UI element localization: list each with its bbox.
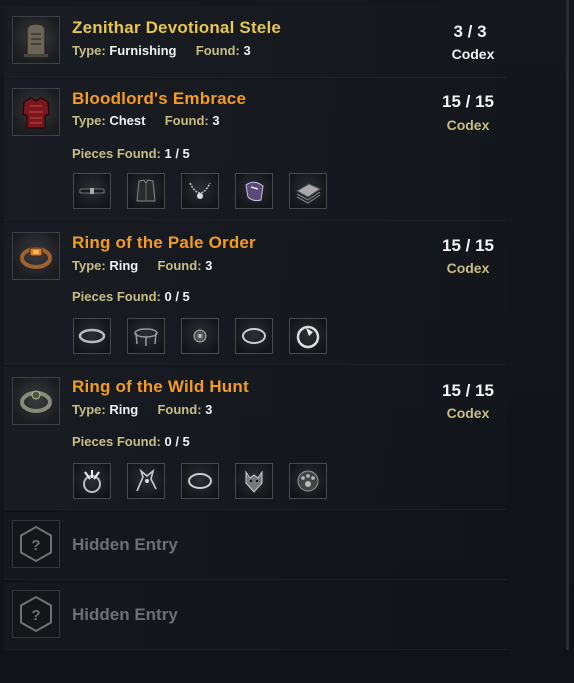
entry-title: Ring of the Wild Hunt xyxy=(72,377,249,396)
hidden-entry-title: Hidden Entry xyxy=(72,605,178,624)
type-value: Chest xyxy=(109,113,146,128)
type-label: Type: xyxy=(72,258,106,273)
armor-chest-icon xyxy=(12,88,60,136)
pieces-found: Pieces Found: 0 / 5 xyxy=(72,289,190,304)
collection-entry[interactable]: Ring of the Wild Hunt Type: Ring Found: … xyxy=(4,367,507,510)
crown-frame-icon[interactable] xyxy=(127,318,165,354)
hidden-entry[interactable]: ? Hidden Entry xyxy=(4,582,507,650)
found-value: 3 xyxy=(212,113,220,128)
codex-label[interactable]: Codex xyxy=(408,260,528,276)
pieces-found-value: 1 / 5 xyxy=(164,146,190,161)
found-label: Found: xyxy=(157,258,202,273)
found-label: Found: xyxy=(157,402,202,417)
pieces-found-label: Pieces Found: xyxy=(72,289,161,304)
ring-icon[interactable] xyxy=(181,463,219,499)
wolf-head-icon[interactable] xyxy=(235,463,273,499)
belt-icon[interactable] xyxy=(73,173,111,209)
type-label: Type: xyxy=(72,113,106,128)
entry-count: 3 / 3 xyxy=(453,22,487,41)
pieces-found-value: 0 / 5 xyxy=(164,289,190,304)
type-value: Furnishing xyxy=(109,43,177,58)
entry-count: 15 / 15 xyxy=(442,92,494,111)
paw-disc-icon[interactable] xyxy=(289,463,327,499)
found-value: 3 xyxy=(205,402,213,417)
entry-meta: Type: Ring Found: 3 xyxy=(72,258,212,273)
collection-entry[interactable]: Ring of the Pale Order Type: Ring Found:… xyxy=(4,222,507,365)
entry-meta: Type: Ring Found: 3 xyxy=(72,402,212,417)
found-value: 3 xyxy=(243,43,251,58)
pauldron-icon[interactable] xyxy=(235,173,273,209)
entry-count: 15 / 15 xyxy=(442,236,494,255)
entry-title: Zenithar Devotional Stele xyxy=(72,18,282,37)
question-hex-icon: ? xyxy=(12,520,60,568)
entry-meta: Type: Furnishing Found: 3 xyxy=(72,43,251,58)
entry-title: Bloodlord's Embrace xyxy=(72,89,247,108)
found-label: Found: xyxy=(164,113,209,128)
type-label: Type: xyxy=(72,402,106,417)
pieces-found: Pieces Found: 1 / 5 xyxy=(72,146,190,161)
stele-icon xyxy=(12,16,60,64)
found-value: 3 xyxy=(205,258,213,273)
type-label: Type: xyxy=(72,43,106,58)
type-value: Ring xyxy=(109,402,139,417)
scrollbar[interactable] xyxy=(566,0,569,650)
ring-icon[interactable] xyxy=(235,318,273,354)
collection-entry[interactable]: Zenithar Devotional Stele Type: Furnishi… xyxy=(4,6,507,78)
collection-entry[interactable]: Bloodlord's Embrace Type: Chest Found: 3… xyxy=(4,79,507,221)
ring-dark-icon xyxy=(12,377,60,425)
pieces-found-label: Pieces Found: xyxy=(72,146,161,161)
codex-label[interactable]: Codex xyxy=(408,405,528,421)
signet-ring-icon[interactable] xyxy=(289,318,327,354)
pieces-found: Pieces Found: 0 / 5 xyxy=(72,434,190,449)
disc-icon[interactable] xyxy=(181,318,219,354)
hidden-entry[interactable]: ? Hidden Entry xyxy=(4,512,507,580)
pieces-found-label: Pieces Found: xyxy=(72,434,161,449)
codex-label[interactable]: Codex xyxy=(413,46,533,62)
type-value: Ring xyxy=(109,258,139,273)
svg-text:?: ? xyxy=(31,607,40,624)
necklace-icon[interactable] xyxy=(181,173,219,209)
question-hex-icon: ? xyxy=(12,590,60,638)
entry-count: 15 / 15 xyxy=(442,381,494,400)
folded-cloth-icon[interactable] xyxy=(289,173,327,209)
hidden-entry-title: Hidden Entry xyxy=(72,535,178,554)
codex-label[interactable]: Codex xyxy=(408,117,528,133)
vest-icon[interactable] xyxy=(127,173,165,209)
svg-text:?: ? xyxy=(31,537,40,554)
pieces-found-value: 0 / 5 xyxy=(164,434,190,449)
found-label: Found: xyxy=(195,43,240,58)
entry-title: Ring of the Pale Order xyxy=(72,233,256,252)
band-icon[interactable] xyxy=(73,318,111,354)
claw-ring-icon[interactable] xyxy=(73,463,111,499)
ring-gem-icon xyxy=(12,232,60,280)
entry-meta: Type: Chest Found: 3 xyxy=(72,113,220,128)
beast-skull-icon[interactable] xyxy=(127,463,165,499)
